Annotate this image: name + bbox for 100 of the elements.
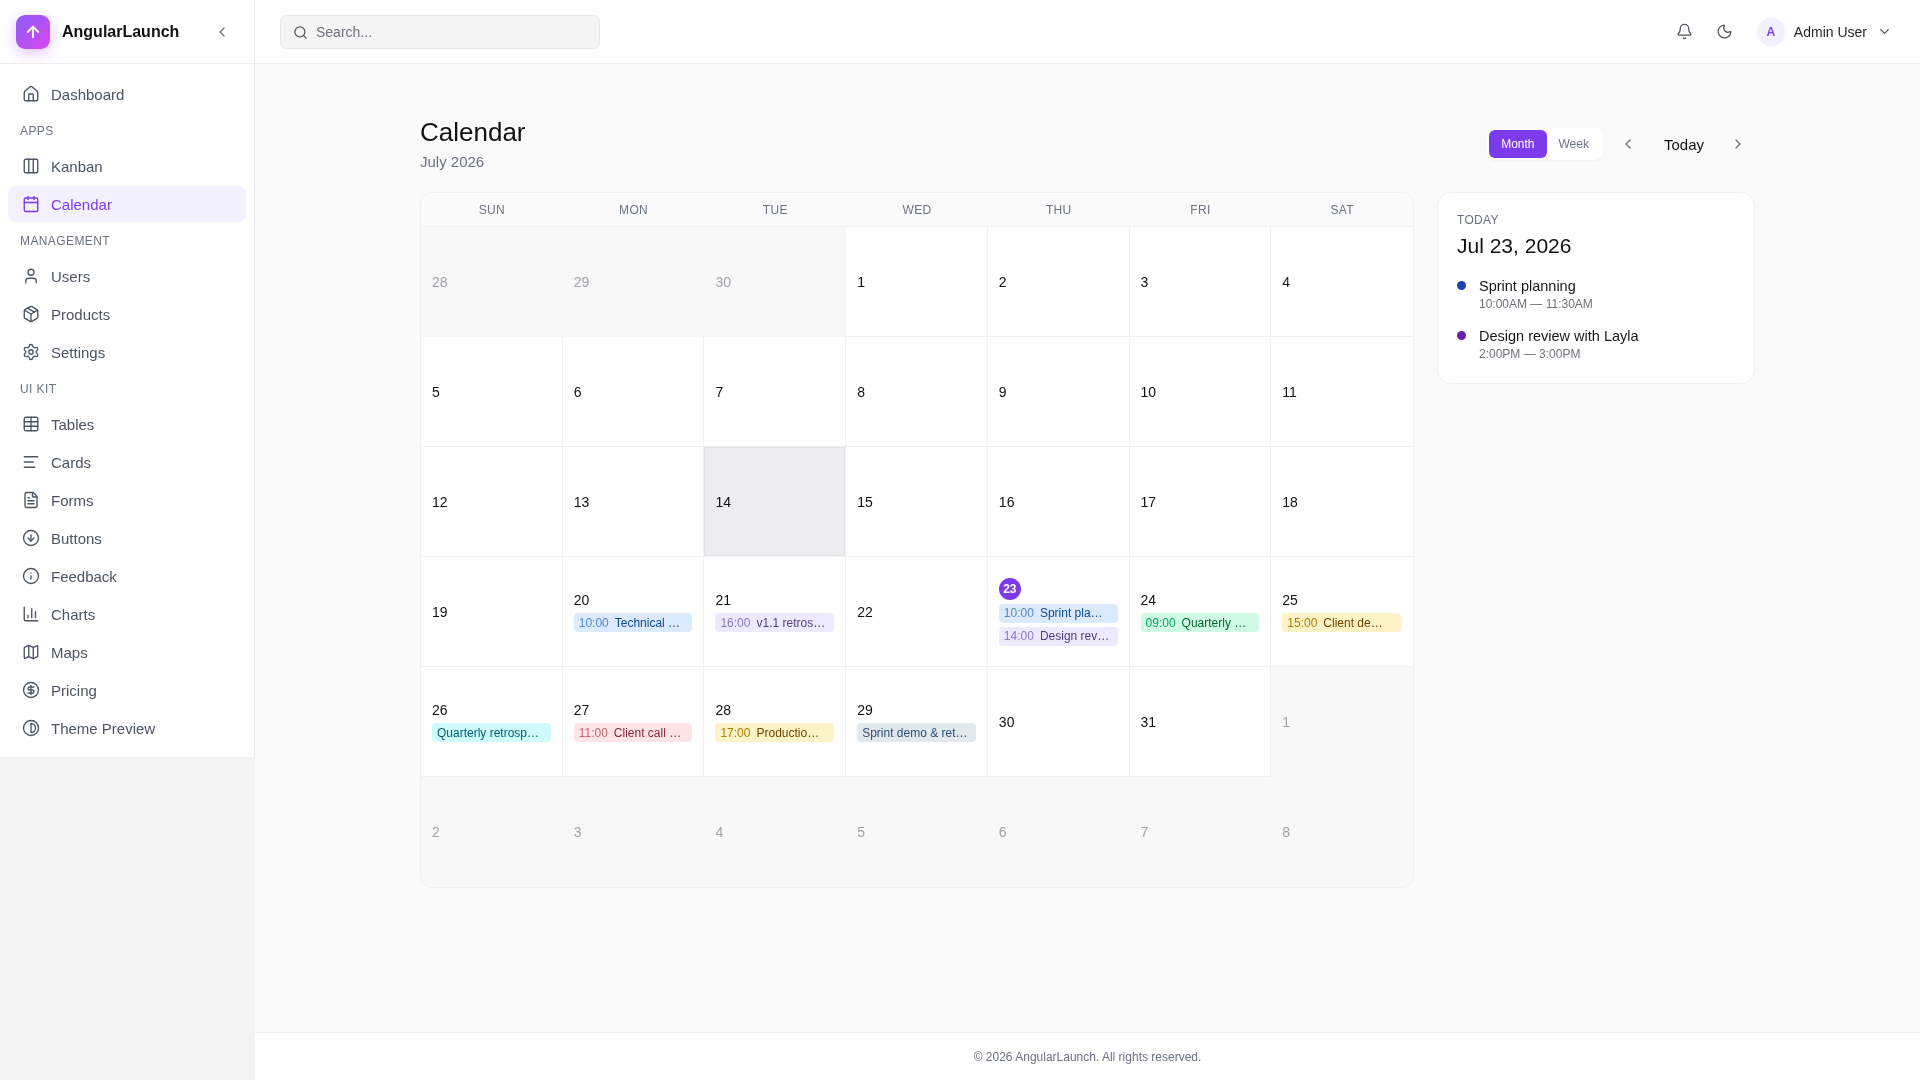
day-cell[interactable]: 26 Quarterly retrosp… xyxy=(421,667,563,777)
view-tab[interactable]: Week xyxy=(1546,130,1601,158)
user-avatar[interactable]: A xyxy=(1756,17,1785,46)
day-cell[interactable]: 9 xyxy=(987,337,1130,447)
sidebar-item[interactable]: Products xyxy=(8,296,246,332)
day-number: 6 xyxy=(998,822,1007,841)
day-cell[interactable]: 19 xyxy=(421,557,563,667)
day-number: 1 xyxy=(1282,712,1291,731)
sidebar-item[interactable]: Buttons xyxy=(8,520,246,556)
day-cell[interactable]: 28 17:00 Productio… xyxy=(704,667,847,777)
event-chip[interactable]: 16:00 v1.1 retros… xyxy=(715,613,835,632)
event-chip[interactable]: 11:00 Client call … xyxy=(573,723,693,742)
event-chip[interactable]: Quarterly retrosp… xyxy=(432,723,551,742)
section-label: TODAY xyxy=(1457,212,1499,228)
home-icon xyxy=(22,85,40,103)
day-cell[interactable]: 15 xyxy=(846,447,988,557)
calendar-icon xyxy=(22,195,40,213)
day-number: 23 xyxy=(998,577,1021,600)
sidebar-item[interactable]: Users xyxy=(8,258,246,294)
day-number: 30 xyxy=(998,712,1015,731)
sidebar-item[interactable]: Charts xyxy=(8,596,246,632)
event-chip[interactable]: 14:00 Design rev… xyxy=(998,626,1118,646)
day-cell[interactable]: 8 xyxy=(846,337,988,447)
contrast-icon xyxy=(22,719,40,737)
day-cell[interactable]: 17 xyxy=(1129,447,1272,557)
view-tab[interactable]: Month xyxy=(1489,130,1547,158)
day-cell[interactable]: 27 11:00 Client call … xyxy=(562,667,705,777)
day-cell[interactable]: 22 xyxy=(846,557,988,667)
day-number: 4 xyxy=(1282,272,1291,291)
day-number: 5 xyxy=(857,822,865,841)
copyright-text: © 2026 AngularLaunch. All rights reserved. xyxy=(973,1049,1202,1064)
box-icon xyxy=(22,305,40,323)
day-cell[interactable]: 2 xyxy=(987,227,1130,337)
day-number: 13 xyxy=(573,492,590,511)
user-name[interactable]: Admin User xyxy=(1793,23,1867,40)
day-cell[interactable]: 5 xyxy=(421,337,563,447)
columns-icon xyxy=(22,157,40,175)
day-number: 6 xyxy=(573,382,582,401)
dollar-icon xyxy=(22,681,40,699)
bar-chart-icon xyxy=(22,605,40,623)
day-number: 21 xyxy=(715,591,731,609)
sidebar-item[interactable]: Tables xyxy=(8,406,246,442)
sidebar-item[interactable]: Cards xyxy=(8,444,246,480)
day-cell[interactable]: 31 xyxy=(1129,667,1272,777)
today-button[interactable]: Today xyxy=(1657,131,1710,157)
day-number: 20 xyxy=(573,591,590,609)
day-number: 14 xyxy=(715,492,731,511)
day-cell[interactable]: 30 xyxy=(987,667,1130,777)
day-cell[interactable]: 1 xyxy=(846,227,988,337)
day-cell[interactable]: 7 xyxy=(704,337,847,447)
page-title: Calendar xyxy=(420,116,526,148)
date-heading: Jul 23, 2026 xyxy=(1457,233,1572,259)
day-cell[interactable]: 20 10:00 Technical … xyxy=(562,557,705,667)
sidebar-item[interactable]: Settings xyxy=(8,334,246,370)
bell-icon[interactable] xyxy=(1675,23,1693,40)
arrow-circle-icon xyxy=(22,529,40,547)
day-number: 7 xyxy=(1140,822,1149,841)
day-number: 28 xyxy=(432,272,448,291)
day-cell[interactable]: 10 xyxy=(1129,337,1272,447)
sidebar-item[interactable]: Pricing xyxy=(8,672,246,708)
day-cell[interactable]: 24 09:00 Quarterly … xyxy=(1129,557,1272,667)
day-number: 19 xyxy=(432,602,448,621)
day-cell[interactable]: 16 xyxy=(987,447,1130,557)
event-chip[interactable]: 17:00 Productio… xyxy=(715,723,835,742)
day-cell[interactable]: 23 10:00 Sprint pla… 14:00 Design rev… xyxy=(987,557,1130,667)
event-chip[interactable]: 10:00 Sprint pla… xyxy=(998,603,1118,623)
sidebar-item[interactable]: Kanban xyxy=(8,148,246,184)
day-cell[interactable]: 12 xyxy=(421,447,563,557)
moon-icon[interactable] xyxy=(1715,23,1733,40)
day-number: 8 xyxy=(857,382,865,401)
logo-icon xyxy=(16,14,50,49)
sidebar-item[interactable]: Maps xyxy=(8,634,246,670)
event-chip[interactable]: Sprint demo & ret… xyxy=(857,723,976,742)
day-cell[interactable]: 14 xyxy=(704,447,847,557)
section-label: MANAGEMENT xyxy=(20,233,110,249)
document-icon xyxy=(22,491,40,509)
day-number: 5 xyxy=(432,382,440,401)
weekday-header: SUN xyxy=(477,201,506,219)
sidebar-item[interactable]: Dashboard xyxy=(8,76,246,112)
day-cell[interactable]: 3 xyxy=(1129,227,1272,337)
day-number: 31 xyxy=(1140,712,1157,731)
search-field[interactable]: Search... xyxy=(280,14,600,49)
page-subtitle: July 2026 xyxy=(420,152,485,172)
info-icon xyxy=(22,567,40,585)
sidebar-item[interactable]: Theme Preview xyxy=(8,710,246,746)
weekday-header: TUE xyxy=(761,201,789,219)
day-number: 29 xyxy=(857,701,873,719)
day-number: 22 xyxy=(857,602,873,621)
event-chip[interactable]: 15:00 Client de… xyxy=(1282,613,1401,632)
day-cell[interactable]: 29 Sprint demo & ret… xyxy=(846,667,988,777)
day-cell[interactable]: 21 16:00 v1.1 retros… xyxy=(704,557,847,667)
day-cell[interactable]: 6 xyxy=(562,337,705,447)
day-number: 17 xyxy=(1140,492,1157,511)
event-chip[interactable]: 09:00 Quarterly … xyxy=(1140,613,1260,632)
day-cell[interactable]: 13 xyxy=(562,447,705,557)
sidebar-item[interactable]: Feedback xyxy=(8,558,246,594)
sidebar-item[interactable]: Calendar xyxy=(8,186,246,222)
section-label: APPS xyxy=(20,123,54,139)
sidebar-item[interactable]: Forms xyxy=(8,482,246,518)
event-chip[interactable]: 10:00 Technical … xyxy=(573,613,693,632)
